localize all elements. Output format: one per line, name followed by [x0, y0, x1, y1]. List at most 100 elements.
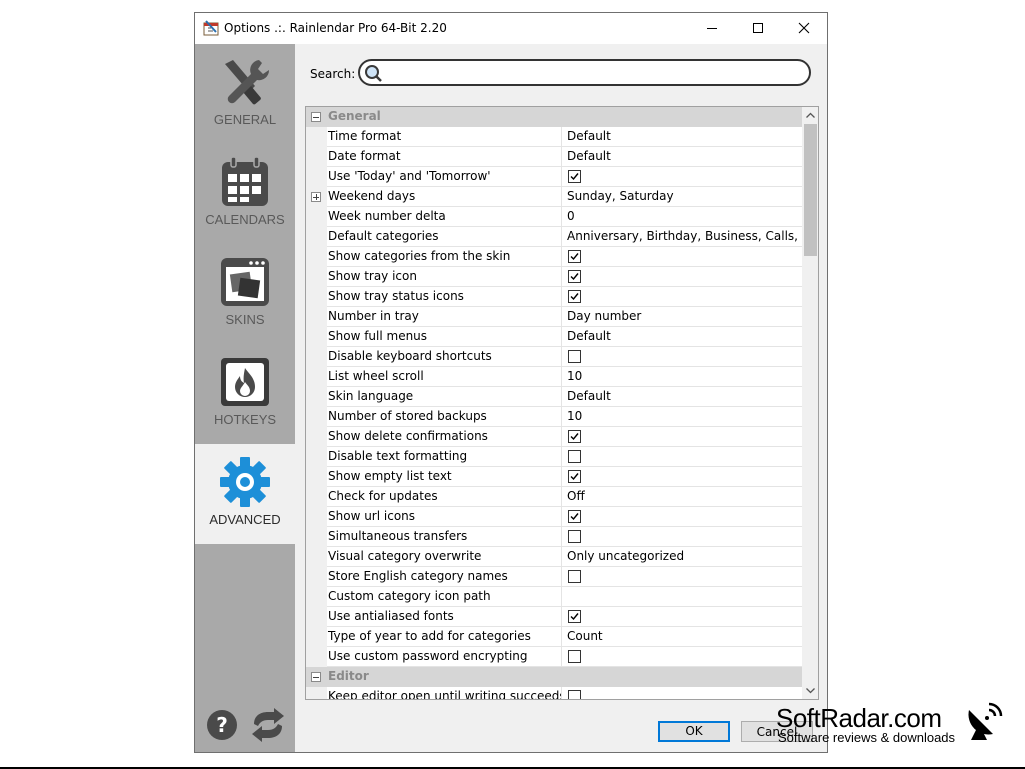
property-row[interactable]: Store English category names [306, 567, 802, 587]
property-value[interactable]: Day number [562, 307, 802, 326]
row-gutter [306, 487, 327, 507]
property-row[interactable]: Time format Default [306, 127, 802, 147]
property-value[interactable]: Sunday, Saturday [562, 187, 802, 206]
help-icon[interactable]: ? [206, 709, 238, 741]
checkbox-unchecked[interactable] [568, 450, 581, 463]
checkbox-unchecked[interactable] [568, 570, 581, 583]
property-value[interactable]: Default [562, 147, 802, 166]
property-value[interactable]: 10 [562, 407, 802, 426]
search-input[interactable] [386, 63, 800, 84]
property-value[interactable]: 0 [562, 207, 802, 226]
collapse-icon[interactable] [311, 672, 321, 682]
property-value[interactable]: Default [562, 327, 802, 346]
sidebar-item-hotkeys[interactable]: HOTKEYS [195, 344, 295, 444]
property-row[interactable]: Keep editor open until writing succeeds [306, 687, 802, 699]
checkbox-unchecked[interactable] [568, 350, 581, 363]
category-row[interactable]: General [306, 107, 802, 127]
row-gutter [306, 187, 327, 207]
sidebar-item-label: GENERAL [213, 112, 277, 127]
checkbox-checked[interactable] [568, 510, 581, 523]
sidebar-item-general[interactable]: GENERAL [195, 44, 295, 144]
row-gutter [306, 247, 327, 267]
checkbox-checked[interactable] [568, 270, 581, 283]
property-row[interactable]: Show url icons [306, 507, 802, 527]
property-row[interactable]: Disable text formatting [306, 447, 802, 467]
property-row[interactable]: Week number delta 0 [306, 207, 802, 227]
property-row[interactable]: Check for updates Off [306, 487, 802, 507]
property-checkbox-cell[interactable] [562, 687, 802, 699]
checkbox-checked[interactable] [568, 250, 581, 263]
property-row[interactable]: Number of stored backups 10 [306, 407, 802, 427]
property-row[interactable]: Type of year to add for categories Count [306, 627, 802, 647]
checkbox-checked[interactable] [568, 610, 581, 623]
row-gutter [306, 547, 327, 567]
checkbox-unchecked[interactable] [568, 650, 581, 663]
property-row[interactable]: Number in tray Day number [306, 307, 802, 327]
close-button[interactable] [781, 13, 827, 44]
scroll-up-icon[interactable] [802, 107, 819, 124]
scrollbar-thumb[interactable] [804, 124, 817, 256]
property-row[interactable]: Show empty list text [306, 467, 802, 487]
checkbox-unchecked[interactable] [568, 690, 581, 699]
title-bar[interactable]: Options .:. Rainlendar Pro 64-Bit 2.20 [195, 13, 827, 44]
property-checkbox-cell[interactable] [562, 507, 802, 526]
property-checkbox-cell[interactable] [562, 567, 802, 586]
property-checkbox-cell[interactable] [562, 267, 802, 286]
property-row[interactable]: Show tray icon [306, 267, 802, 287]
row-gutter [306, 387, 327, 407]
property-value[interactable]: Only uncategorized [562, 547, 802, 566]
property-checkbox-cell[interactable] [562, 347, 802, 366]
sidebar-item-calendars[interactable]: CALENDARS [195, 144, 295, 244]
property-checkbox-cell[interactable] [562, 287, 802, 306]
property-value[interactable]: 10 [562, 367, 802, 386]
property-row[interactable]: Skin language Default [306, 387, 802, 407]
property-row[interactable]: Visual category overwrite Only uncategori… [306, 547, 802, 567]
minimize-button[interactable] [689, 13, 735, 44]
expand-icon[interactable] [311, 192, 321, 202]
property-checkbox-cell[interactable] [562, 247, 802, 266]
sync-icon[interactable] [250, 708, 286, 742]
checkbox-checked[interactable] [568, 170, 581, 183]
property-row[interactable]: Show delete confirmations [306, 427, 802, 447]
maximize-button[interactable] [735, 13, 781, 44]
watermark-subtitle: Software reviews & downloads [778, 730, 956, 745]
property-row[interactable]: Use antialiased fonts [306, 607, 802, 627]
property-value[interactable]: Off [562, 487, 802, 506]
property-row[interactable]: Default categories Anniversary, Birthday,… [306, 227, 802, 247]
checkbox-unchecked[interactable] [568, 530, 581, 543]
sidebar-item-advanced[interactable]: ADVANCED [195, 444, 295, 544]
property-value[interactable] [562, 587, 802, 606]
property-checkbox-cell[interactable] [562, 607, 802, 626]
collapse-icon[interactable] [311, 112, 321, 122]
property-row[interactable]: Show full menus Default [306, 327, 802, 347]
property-row[interactable]: Show tray status icons [306, 287, 802, 307]
property-row[interactable]: Show categories from the skin [306, 247, 802, 267]
property-checkbox-cell[interactable] [562, 527, 802, 546]
property-row[interactable]: Use 'Today' and 'Tomorrow' [306, 167, 802, 187]
property-checkbox-cell[interactable] [562, 467, 802, 486]
property-checkbox-cell[interactable] [562, 447, 802, 466]
checkbox-checked[interactable] [568, 470, 581, 483]
vertical-scrollbar[interactable] [802, 107, 819, 699]
scroll-down-icon[interactable] [802, 682, 819, 699]
property-checkbox-cell[interactable] [562, 647, 802, 666]
property-row[interactable]: Custom category icon path [306, 587, 802, 607]
property-value[interactable]: Default [562, 387, 802, 406]
property-row[interactable]: Disable keyboard shortcuts [306, 347, 802, 367]
ok-button[interactable]: OK [658, 721, 730, 742]
property-checkbox-cell[interactable] [562, 427, 802, 446]
search-box[interactable] [358, 59, 811, 86]
category-row[interactable]: Editor [306, 667, 802, 687]
property-checkbox-cell[interactable] [562, 167, 802, 186]
property-row[interactable]: Simultaneous transfers [306, 527, 802, 547]
property-row[interactable]: Date format Default [306, 147, 802, 167]
property-row[interactable]: Use custom password encrypting [306, 647, 802, 667]
property-value[interactable]: Count [562, 627, 802, 646]
sidebar-item-skins[interactable]: SKINS [195, 244, 295, 344]
property-row[interactable]: Weekend days Sunday, Saturday [306, 187, 802, 207]
checkbox-checked[interactable] [568, 430, 581, 443]
checkbox-checked[interactable] [568, 290, 581, 303]
property-value[interactable]: Default [562, 127, 802, 146]
property-row[interactable]: List wheel scroll 10 [306, 367, 802, 387]
property-value[interactable]: Anniversary, Birthday, Business, Calls, … [562, 227, 802, 246]
